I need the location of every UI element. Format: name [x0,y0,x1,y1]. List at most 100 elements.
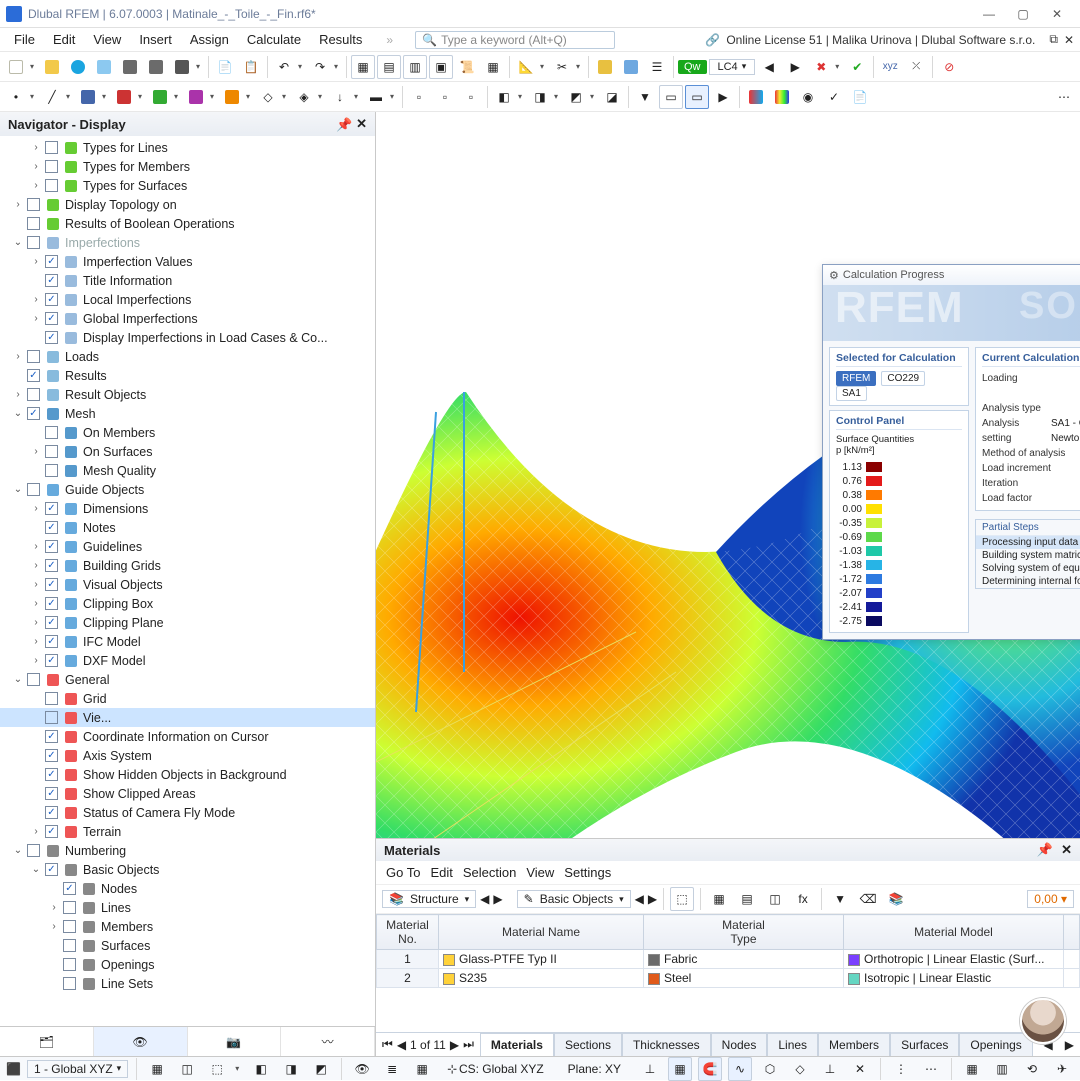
sb-snap-obj[interactable]: 🧲 [698,1057,722,1081]
minimize-button[interactable]: — [972,0,1006,28]
sb-f[interactable]: ◩ [309,1057,333,1081]
section-button[interactable]: ✂ [550,55,574,79]
nocircle-button[interactable]: ⊘ [937,55,961,79]
undo-button[interactable]: ↶ [272,55,296,79]
grp-b-button[interactable]: ▫ [433,85,457,109]
checkbox[interactable] [45,426,58,439]
table-row[interactable]: 2S235SteelIsotropic | Linear Elastic [377,969,1080,988]
checkbox[interactable] [45,692,58,705]
expand-icon[interactable]: › [30,636,42,647]
menu-results[interactable]: Results [311,30,370,49]
paste-button[interactable]: 📋 [239,55,263,79]
expand-icon[interactable]: ⌄ [12,845,24,856]
checkbox[interactable] [27,350,40,363]
checkbox[interactable] [45,445,58,458]
expand-icon[interactable]: ⌄ [12,237,24,248]
checkbox[interactable]: ✓ [45,730,58,743]
print-button[interactable] [170,55,194,79]
sb-int[interactable]: ✕ [848,1057,872,1081]
mat-tool-library[interactable]: 📚 [884,887,908,911]
expand-icon[interactable]: › [30,161,42,172]
checkbox[interactable] [63,977,76,990]
expand-icon[interactable]: › [30,598,42,609]
checkbox[interactable]: ✓ [27,369,40,382]
mat-prev-button[interactable]: ◀ [480,892,489,906]
mat-tool-d[interactable]: fx [791,887,815,911]
menu-file[interactable]: File [6,30,43,49]
chk-button[interactable]: ✓ [822,85,846,109]
overflow-chevron-icon[interactable]: » [386,33,393,47]
page-first-button[interactable]: ⏮ [382,1037,393,1052]
nav-tab-views-icon[interactable]: 📷 [188,1027,282,1056]
mat-tool-b[interactable]: ▤ [735,887,759,911]
materials-tab[interactable]: Members [818,1033,890,1056]
checkbox[interactable]: ✓ [45,806,58,819]
expand-icon[interactable]: › [30,826,42,837]
materials-menu-view[interactable]: View [526,865,554,880]
rainbow-button[interactable] [770,85,794,109]
expand-icon[interactable]: › [12,389,24,400]
checkbox[interactable] [27,217,40,230]
open-button[interactable] [40,55,64,79]
menu-insert[interactable]: Insert [131,30,180,49]
checkbox[interactable] [63,920,76,933]
expand-icon[interactable]: › [30,655,42,666]
misc-c-button[interactable]: ☰ [645,55,669,79]
tree-item[interactable]: ✓Show Clipped Areas [0,784,375,803]
hinge-button[interactable]: ◇ [256,85,280,109]
expand-icon[interactable]: ⌄ [30,864,42,875]
sb-snap-line[interactable]: ∿ [728,1057,752,1081]
sb-a[interactable]: ▦ [145,1057,169,1081]
checkbox[interactable]: ✓ [45,654,58,667]
mat-value-field[interactable]: 0,00 ▾ [1027,890,1074,908]
materials-menu-edit[interactable]: Edit [430,865,452,880]
tree-item[interactable]: ›Members [0,917,375,936]
tree-item[interactable]: Mesh Quality [0,461,375,480]
sb-perp[interactable]: ⊥ [818,1057,842,1081]
tree-item[interactable]: Openings [0,955,375,974]
tree-item[interactable]: On Members [0,423,375,442]
release-button[interactable]: ◈ [292,85,316,109]
tree-item[interactable]: ›Types for Lines [0,138,375,157]
tree-item[interactable]: Grid [0,689,375,708]
page-prev-button[interactable]: ◀ [397,1038,406,1052]
checkbox[interactable]: ✓ [45,559,58,572]
tree-item[interactable]: Surfaces [0,936,375,955]
expand-icon[interactable]: › [12,199,24,210]
member-button[interactable] [76,85,100,109]
pin-icon[interactable]: 📌 [336,117,350,131]
view-button-2[interactable]: ▤ [377,55,401,79]
tree-item[interactable]: ›✓Global Imperfections [0,309,375,328]
lc-del-button[interactable]: ✖ [809,55,833,79]
mat-next2-button[interactable]: ▶ [648,892,657,906]
checkbox[interactable]: ✓ [45,825,58,838]
tree-item[interactable]: ›On Surfaces [0,442,375,461]
expand-icon[interactable]: › [30,446,42,457]
sb-layers[interactable]: ≣ [380,1057,404,1081]
saveas-button[interactable] [144,55,168,79]
checkbox[interactable]: ✓ [45,255,58,268]
expand-icon[interactable]: › [30,503,42,514]
mat-tool-select[interactable]: ⬚ [670,887,694,911]
sb-h1[interactable]: ▦ [960,1057,984,1081]
tree-item[interactable]: ›✓Terrain [0,822,375,841]
page-next-button[interactable]: ▶ [450,1038,459,1052]
cube1-button[interactable]: ◧ [492,85,516,109]
solid-button[interactable] [184,85,208,109]
expand-icon[interactable]: ⌄ [12,408,24,419]
nav-tab-display-icon[interactable]: 👁 [94,1027,188,1056]
mat-tool-filter[interactable]: ▼ [828,887,852,911]
materials-tab[interactable]: Surfaces [890,1033,959,1056]
dimension-button[interactable]: 📐 [514,55,538,79]
sb-h3[interactable]: ⟲ [1020,1057,1044,1081]
expand-icon[interactable]: › [48,902,60,913]
checkbox[interactable]: ✓ [45,863,58,876]
sb-h2[interactable]: ▥ [990,1057,1014,1081]
chip-sa1[interactable]: SA1 [836,386,867,401]
node-button[interactable]: • [4,85,28,109]
navigator-close-button[interactable]: ✕ [356,116,367,132]
view-button-3[interactable]: ▥ [403,55,427,79]
checkbox[interactable]: ✓ [45,635,58,648]
navigator-tree[interactable]: ›Types for Lines›Types for Members›Types… [0,136,375,1026]
line-button[interactable]: ╱ [40,85,64,109]
